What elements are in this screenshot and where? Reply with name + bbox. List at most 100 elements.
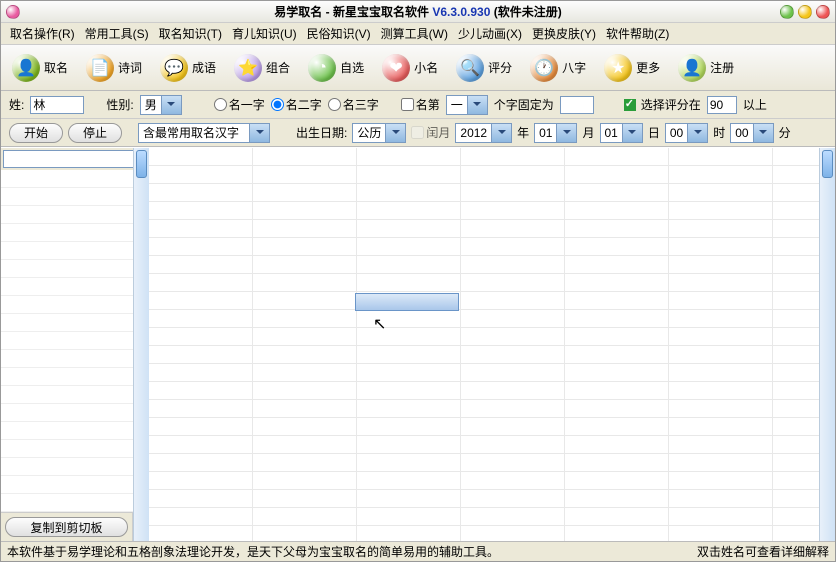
tool-label: 评分 <box>488 59 512 76</box>
tool-更多[interactable]: ★更多 <box>599 51 665 85</box>
tool-label: 成语 <box>192 59 216 76</box>
tool-label: 取名 <box>44 59 68 76</box>
minimize-icon[interactable] <box>780 5 794 19</box>
left-bottom: 复制到剪切板 <box>1 512 132 541</box>
main-area: 复制到剪切板 ↖ <box>1 147 835 541</box>
title-sub: 新星宝宝取名软件 <box>333 5 429 19</box>
surname-label: 姓: <box>9 96 24 113</box>
title-app: 易学取名 <box>274 5 322 19</box>
title-text: 易学取名 - 新星宝宝取名软件 V6.3.0.930 (软件未注册) <box>274 3 561 20</box>
name-3char-radio[interactable]: 名三字 <box>328 96 379 113</box>
surname-input[interactable] <box>30 96 84 114</box>
tool-icon: ◔ <box>308 54 336 82</box>
hour-select[interactable]: 00 <box>665 123 708 143</box>
chevron-down-icon[interactable] <box>687 124 707 142</box>
charset-select[interactable]: 含最常用取名汉字 <box>138 123 270 143</box>
menu-item-4[interactable]: 民俗知识(V) <box>303 23 375 44</box>
right-scrollbar-right[interactable] <box>819 148 835 541</box>
tool-icon: 👤 <box>12 54 40 82</box>
menu-item-7[interactable]: 更换皮肤(Y) <box>528 23 600 44</box>
tool-icon: 💬 <box>160 54 188 82</box>
calendar-select[interactable]: 公历 <box>352 123 406 143</box>
tool-诗词[interactable]: 📄诗词 <box>81 51 147 85</box>
chevron-down-icon[interactable] <box>753 124 773 142</box>
tool-icon: ★ <box>604 54 632 82</box>
status-text-left: 本软件基于易学理论和五格剖象法理论开发，是天下父母为宝宝取名的简单易用的辅助工具… <box>7 543 499 560</box>
menu-item-1[interactable]: 常用工具(S) <box>81 23 153 44</box>
toolbar: 👤取名📄诗词💬成语⭐组合◔自选❤小名🔍评分🕐八字★更多👤注册 <box>1 45 835 91</box>
app-icon <box>6 5 20 19</box>
stop-button[interactable]: 停止 <box>68 123 122 143</box>
leap-check[interactable]: 闰月 <box>411 124 450 141</box>
name-nth-check[interactable]: 名第 <box>401 96 440 113</box>
tool-自选[interactable]: ◔自选 <box>303 51 369 85</box>
chevron-down-icon[interactable] <box>622 124 642 142</box>
menubar: 取名操作(R)常用工具(S)取名知识(T)育儿知识(U)民俗知识(V)测算工具(… <box>1 23 835 45</box>
tool-注册[interactable]: 👤注册 <box>673 51 739 85</box>
name-1char-radio[interactable]: 名一字 <box>214 96 265 113</box>
chevron-down-icon[interactable] <box>385 124 405 142</box>
gender-select[interactable]: 男 <box>140 95 182 115</box>
tool-label: 自选 <box>340 59 364 76</box>
menu-item-8[interactable]: 软件帮助(Z) <box>602 23 673 44</box>
score-suffix: 以上 <box>743 96 767 113</box>
start-button[interactable]: 开始 <box>9 123 63 143</box>
menu-item-6[interactable]: 少儿动画(X) <box>454 23 526 44</box>
tool-label: 组合 <box>266 59 290 76</box>
status-text-right: 双击姓名可查看详细解释 <box>697 543 829 560</box>
chevron-down-icon[interactable] <box>491 124 511 142</box>
fix-label: 个字固定为 <box>494 96 554 113</box>
title-status: (软件未注册) <box>494 5 562 19</box>
year-select[interactable]: 2012 <box>455 123 512 143</box>
statusbar: 本软件基于易学理论和五格剖象法理论开发，是天下父母为宝宝取名的简单易用的辅助工具… <box>1 541 835 561</box>
window-controls <box>780 5 830 19</box>
title-version: V6.3.0.930 <box>432 5 490 19</box>
results-grid[interactable]: ↖ <box>149 148 819 541</box>
fix-input[interactable] <box>560 96 594 114</box>
titlebar: 易学取名 - 新星宝宝取名软件 V6.3.0.930 (软件未注册) <box>1 1 835 23</box>
tool-label: 小名 <box>414 59 438 76</box>
menu-item-0[interactable]: 取名操作(R) <box>6 23 79 44</box>
menu-item-3[interactable]: 育儿知识(U) <box>228 23 301 44</box>
scroll-thumb[interactable] <box>136 150 147 178</box>
chevron-down-icon[interactable] <box>161 96 181 114</box>
tool-icon: 📄 <box>86 54 114 82</box>
month-select[interactable]: 01 <box>534 123 577 143</box>
tool-icon: 👤 <box>678 54 706 82</box>
score-input[interactable] <box>707 96 737 114</box>
tool-icon: ⭐ <box>234 54 262 82</box>
tool-评分[interactable]: 🔍评分 <box>451 51 517 85</box>
menu-item-5[interactable]: 测算工具(W) <box>377 23 452 44</box>
tool-icon: ❤ <box>382 54 410 82</box>
titlebar-left <box>6 5 20 19</box>
tool-label: 更多 <box>636 59 660 76</box>
birth-label: 出生日期: <box>296 124 347 141</box>
score-check[interactable]: 选择评分在 <box>624 96 701 113</box>
chevron-down-icon[interactable] <box>556 124 576 142</box>
chevron-down-icon[interactable] <box>467 96 487 114</box>
maximize-icon[interactable] <box>798 5 812 19</box>
tool-取名[interactable]: 👤取名 <box>7 51 73 85</box>
tool-小名[interactable]: ❤小名 <box>377 51 443 85</box>
chevron-down-icon[interactable] <box>249 124 269 142</box>
scroll-thumb[interactable] <box>822 150 833 178</box>
name-2char-radio[interactable]: 名二字 <box>271 96 322 113</box>
right-scrollbar-left[interactable] <box>133 148 149 541</box>
tool-成语[interactable]: 💬成语 <box>155 51 221 85</box>
name-nth-select[interactable]: 一 <box>446 95 488 115</box>
tool-label: 注册 <box>710 59 734 76</box>
controls-row-1: 姓: 性别: 男 名一字 名二字 名三字 名第 一 个字固定为 选择评分在 以上 <box>1 91 835 119</box>
tool-组合[interactable]: ⭐组合 <box>229 51 295 85</box>
right-panel: ↖ <box>133 148 835 541</box>
minute-select[interactable]: 00 <box>730 123 773 143</box>
controls-row-2: 开始 停止 含最常用取名汉字 出生日期: 公历 闰月 2012 年 01 月 0… <box>1 119 835 147</box>
tool-label: 八字 <box>562 59 586 76</box>
selected-cell[interactable] <box>355 293 459 311</box>
menu-item-2[interactable]: 取名知识(T) <box>155 23 226 44</box>
close-icon[interactable] <box>816 5 830 19</box>
day-select[interactable]: 01 <box>600 123 643 143</box>
tool-icon: 🔍 <box>456 54 484 82</box>
copy-clipboard-button[interactable]: 复制到剪切板 <box>5 517 128 537</box>
tool-label: 诗词 <box>118 59 142 76</box>
tool-八字[interactable]: 🕐八字 <box>525 51 591 85</box>
